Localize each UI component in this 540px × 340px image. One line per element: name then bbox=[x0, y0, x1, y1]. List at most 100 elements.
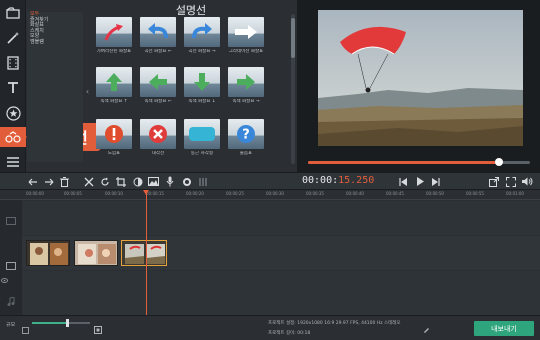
ruler-tick: 00:00:55 bbox=[466, 191, 484, 196]
tile-label: 곡선 화살표 ← bbox=[144, 49, 172, 54]
gallery-tile[interactable]: 둥근 사각형 bbox=[181, 119, 223, 161]
preview-player[interactable] bbox=[318, 10, 523, 146]
ruler-tick: 00:00:40 bbox=[346, 191, 364, 196]
play-icon[interactable] bbox=[413, 175, 426, 188]
timecode-main: 00:00: bbox=[302, 175, 339, 186]
red-curved-arrow-icon bbox=[96, 17, 132, 47]
tile-label: 물음표 bbox=[239, 151, 253, 156]
gallery-tile[interactable]: 곡선 화살표 → bbox=[181, 17, 223, 59]
crop-icon[interactable] bbox=[114, 175, 127, 188]
list-icon[interactable] bbox=[2, 152, 24, 172]
ruler-tick: 00:00:30 bbox=[266, 191, 284, 196]
redo-icon[interactable] bbox=[42, 175, 55, 188]
category-item[interactable]: 엠블렘 bbox=[27, 39, 83, 46]
popout-icon[interactable] bbox=[487, 175, 500, 188]
timecode-ms: 15.250 bbox=[338, 175, 375, 186]
equalizer-icon[interactable] bbox=[196, 175, 209, 188]
undo-icon[interactable] bbox=[26, 175, 39, 188]
collapse-panel-chevron-icon[interactable]: ‹ bbox=[84, 84, 91, 98]
next-icon[interactable] bbox=[429, 175, 442, 188]
timeline-ruler[interactable]: 00:00:00 00:00:05 00:00:10 00:00:15 00:0… bbox=[0, 190, 540, 200]
status-bar: 규모 프로젝트 설정: 1920x1080 16:9 29.97 FPS, 44… bbox=[0, 315, 540, 340]
video-clip[interactable] bbox=[26, 240, 70, 266]
zoom-out-icon[interactable] bbox=[22, 319, 29, 338]
white-arrow-icon bbox=[228, 17, 264, 47]
star-icon[interactable] bbox=[2, 103, 24, 123]
ruler-tick: 00:00:45 bbox=[386, 191, 404, 196]
gear-icon[interactable] bbox=[180, 175, 193, 188]
question-icon: ? bbox=[228, 119, 264, 149]
ruler-tick: 00:00:00 bbox=[26, 191, 44, 196]
volume-icon[interactable] bbox=[521, 175, 534, 188]
blue-curved-arrow-right-icon bbox=[184, 17, 220, 47]
edit-settings-pencil-icon[interactable] bbox=[423, 319, 430, 338]
gallery-tile[interactable]: 녹색 화살표 → bbox=[225, 67, 267, 109]
gallery-scrollbar[interactable] bbox=[291, 14, 295, 164]
gallery-tile[interactable]: 느낌표 bbox=[93, 119, 135, 161]
cross-icon bbox=[140, 119, 176, 149]
color-icon[interactable] bbox=[131, 175, 144, 188]
tile-label: 느낌표 bbox=[107, 151, 121, 156]
editing-toolbar: 00:00:15.250 bbox=[0, 172, 540, 190]
video-clip[interactable] bbox=[74, 240, 118, 266]
ruler-tick: 00:00:35 bbox=[306, 191, 324, 196]
export-button[interactable]: 내보내기 bbox=[474, 321, 534, 336]
import-icon[interactable] bbox=[2, 3, 24, 23]
green-arrow-left-icon bbox=[140, 67, 176, 97]
green-arrow-down-icon bbox=[184, 67, 220, 97]
ruler-tick: 00:00:05 bbox=[64, 191, 82, 196]
callouts-icon[interactable] bbox=[0, 127, 26, 147]
project-length-text: 프로젝트 길이: 00:18 bbox=[268, 331, 311, 336]
ruler-tick: 00:00:25 bbox=[226, 191, 244, 196]
ruler-tick: 00:00:20 bbox=[186, 191, 204, 196]
fullscreen-icon[interactable] bbox=[504, 175, 517, 188]
gallery-tile[interactable]: 가벼러진된 화살표 bbox=[93, 17, 135, 59]
zoom-slider[interactable] bbox=[32, 319, 90, 327]
gallery-tile[interactable]: 대각선 bbox=[137, 119, 179, 161]
overlay-track-icon bbox=[6, 210, 16, 229]
text-icon[interactable] bbox=[2, 78, 24, 98]
callout-gallery: 가벼러진된 화살표 곡선 화살표 ← 곡선 화살표 → 그라데이션 화살표 녹색… bbox=[91, 17, 291, 167]
blue-curved-arrow-icon bbox=[140, 17, 176, 47]
timeline-playhead[interactable] bbox=[143, 190, 149, 315]
timecode-display: 00:00:15.250 bbox=[302, 175, 374, 186]
overlay-track[interactable] bbox=[22, 201, 540, 235]
prev-icon[interactable] bbox=[397, 175, 410, 188]
gallery-tile[interactable]: 녹색 화살표 ↓ bbox=[181, 67, 223, 109]
tile-label: 가벼러진된 화살표 bbox=[96, 49, 132, 54]
gallery-title: 설명선 bbox=[175, 4, 207, 17]
cut-icon[interactable] bbox=[82, 175, 95, 188]
ruler-tick: 00:00:10 bbox=[105, 191, 123, 196]
category-list: 모두 즐겨찾기 화살표 스케치 모양 엠블렘 bbox=[27, 11, 83, 162]
gallery-tile[interactable]: 그라데이션 화살표 bbox=[225, 17, 267, 59]
gallery-tile[interactable]: 곡선 화살표 ← bbox=[137, 17, 179, 59]
tile-label: 둥근 사각형 bbox=[190, 151, 214, 156]
gallery-tile[interactable]: 녹색 화살표 ↑ bbox=[93, 67, 135, 109]
preview-progress-slider[interactable] bbox=[308, 158, 530, 166]
zoom-in-icon[interactable] bbox=[94, 319, 102, 338]
delete-icon[interactable] bbox=[58, 175, 71, 188]
gallery-tile[interactable]: ? 물음표 bbox=[225, 119, 267, 161]
film-strip-icon[interactable] bbox=[2, 53, 24, 73]
magic-wand-icon[interactable] bbox=[2, 28, 24, 48]
tile-label: 녹색 화살표 ← bbox=[144, 99, 172, 104]
left-tool-rail bbox=[0, 0, 26, 172]
exclamation-icon bbox=[96, 119, 132, 149]
video-track[interactable] bbox=[22, 236, 540, 270]
ruler-tick: 00:01:00 bbox=[506, 191, 524, 196]
image-icon[interactable] bbox=[147, 175, 160, 188]
rounded-rect-icon bbox=[184, 119, 220, 149]
gallery-tile[interactable]: 녹색 화살표 ← bbox=[137, 67, 179, 109]
visibility-eye-icon[interactable] bbox=[1, 268, 8, 287]
video-clip-selected[interactable] bbox=[121, 240, 167, 266]
tile-label: 녹색 화살표 → bbox=[232, 99, 260, 104]
svg-text:?: ? bbox=[242, 128, 250, 143]
tile-label: 녹색 화살표 ↓ bbox=[188, 99, 216, 104]
track-header-column bbox=[0, 200, 22, 315]
tile-label: 곡선 화살표 → bbox=[188, 49, 216, 54]
rotate-icon[interactable] bbox=[98, 175, 111, 188]
audio-track[interactable] bbox=[22, 271, 540, 315]
project-settings-text: 프로젝트 설정: 1920x1080 16:9 29.97 FPS, 44100… bbox=[268, 321, 401, 326]
mic-icon[interactable] bbox=[163, 175, 176, 188]
tile-label: 녹색 화살표 ↑ bbox=[100, 99, 128, 104]
